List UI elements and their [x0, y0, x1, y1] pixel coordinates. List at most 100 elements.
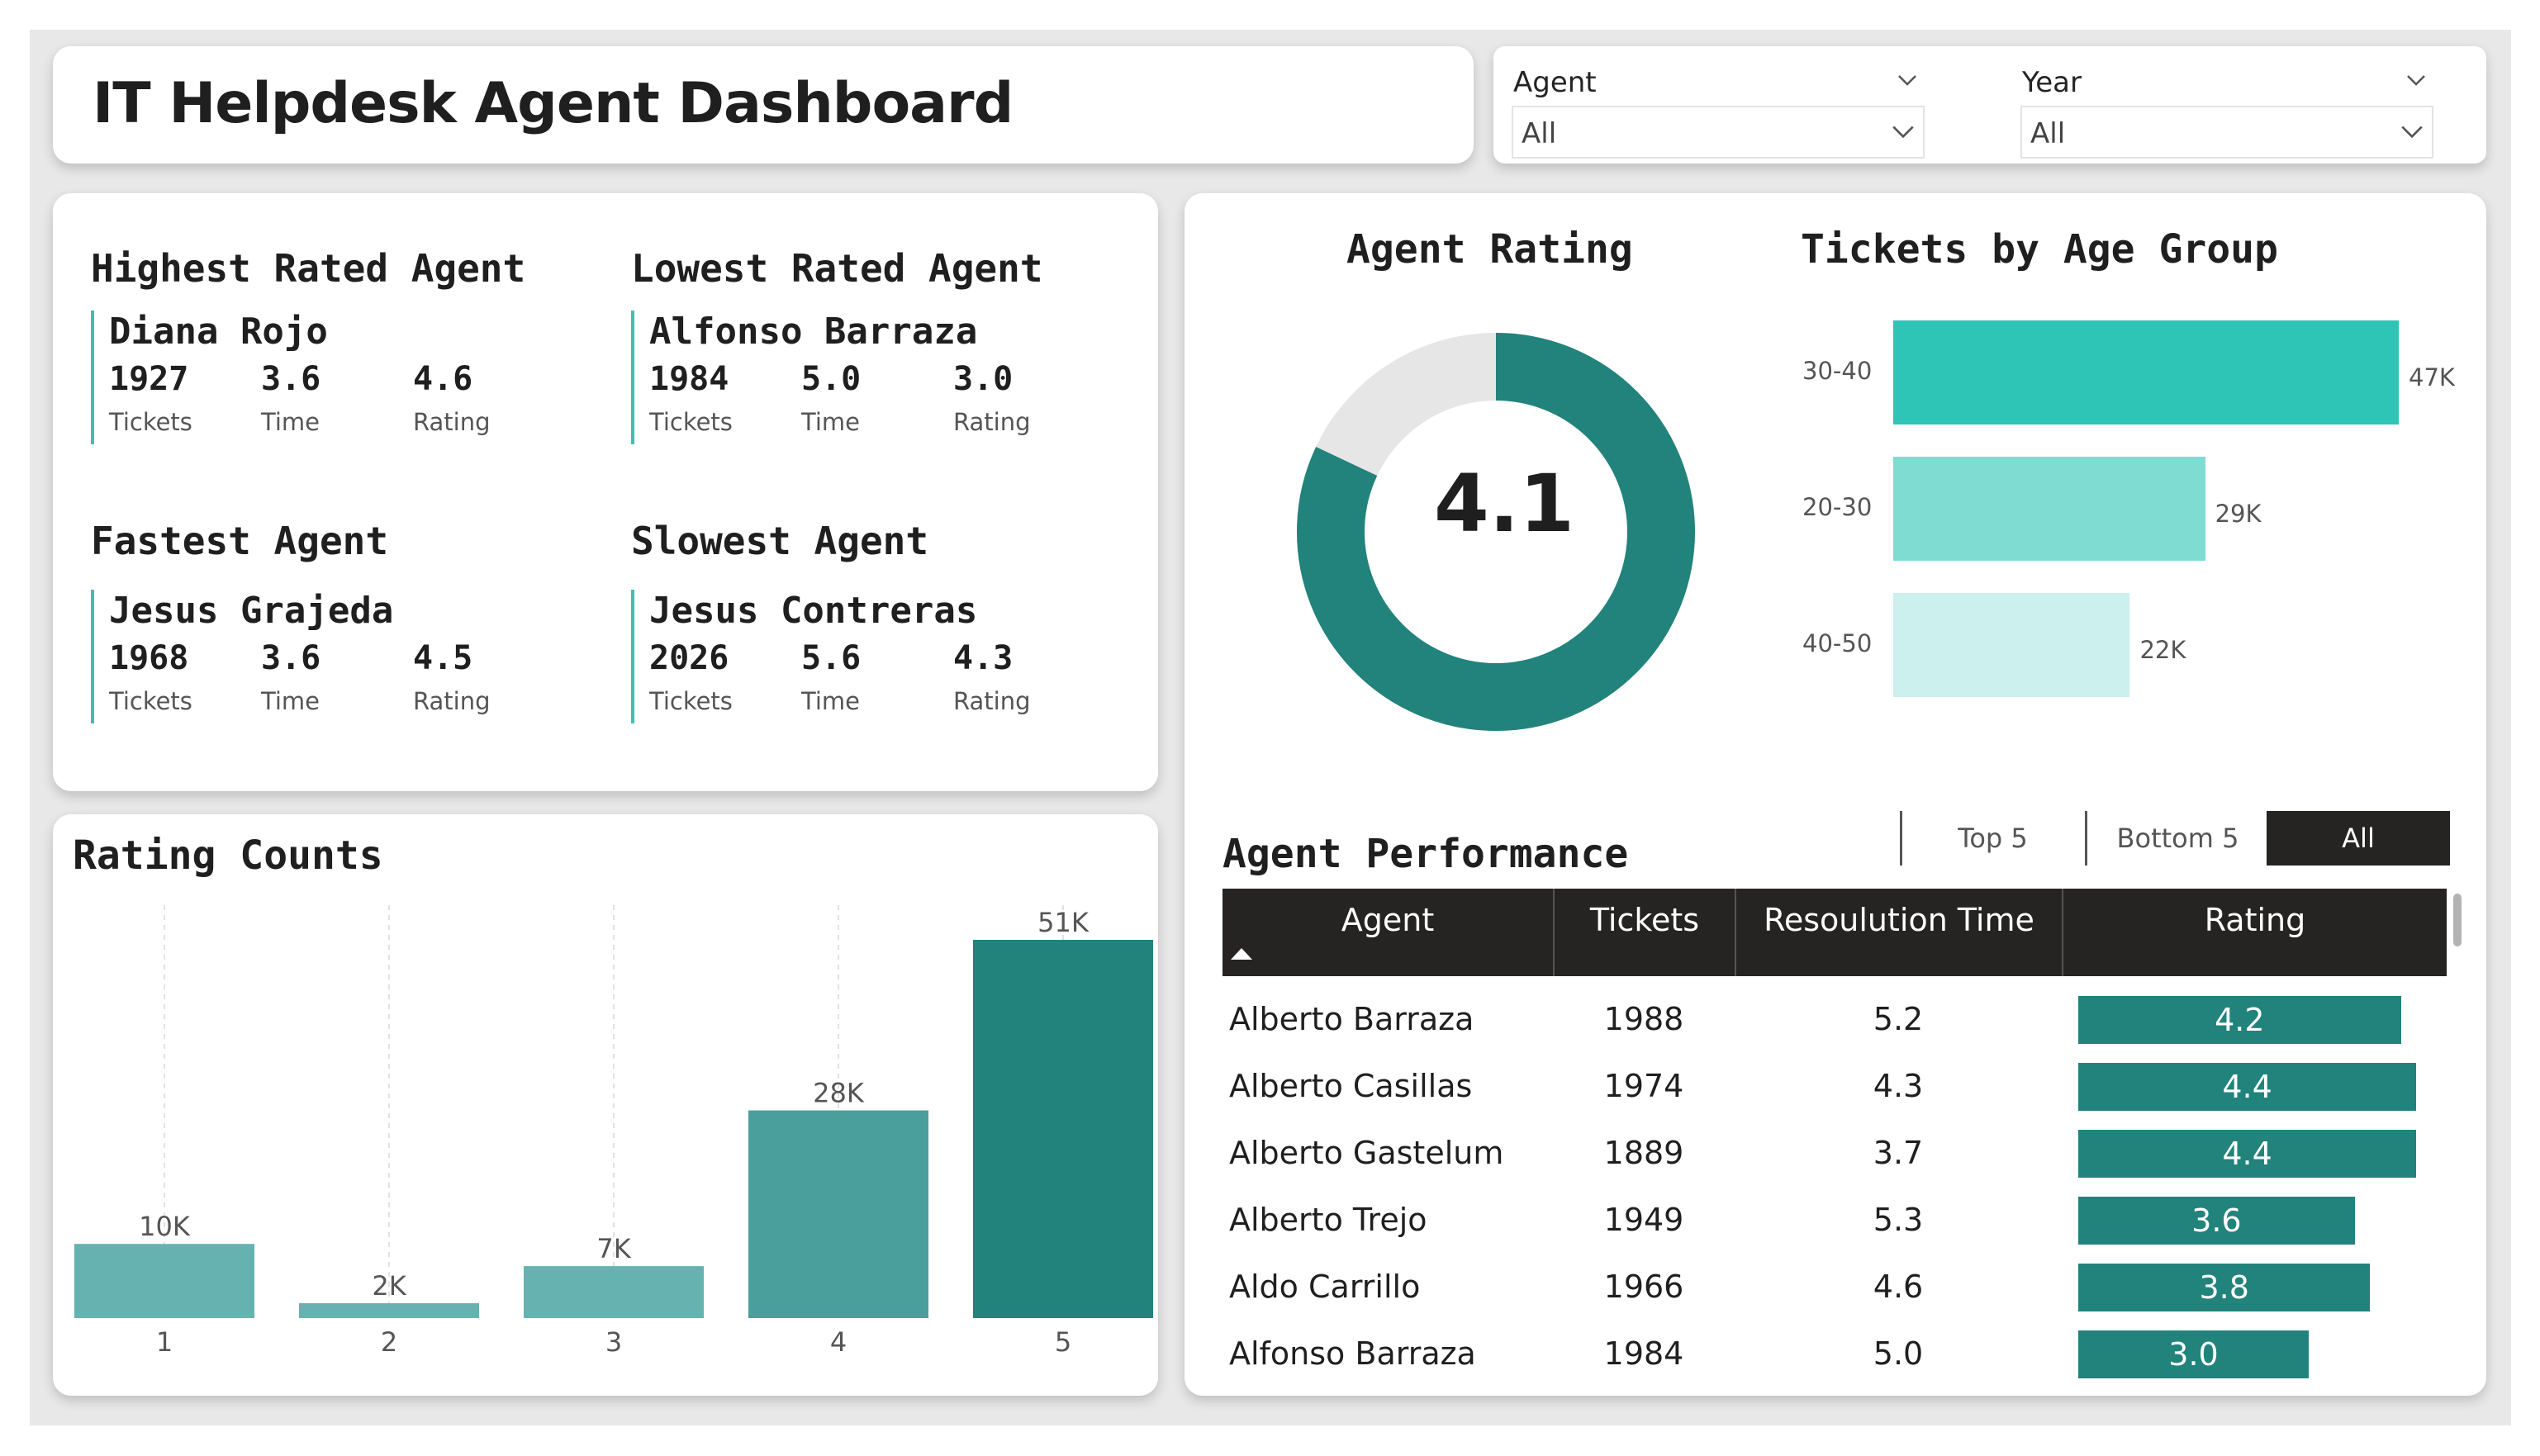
year-filter-label: Year — [2022, 66, 2082, 99]
kpi-rating-label: Rating — [413, 408, 491, 436]
kpi-tickets-value: 1984 — [649, 360, 729, 398]
rating-bar: 4.4 — [2078, 1063, 2417, 1111]
agent-filter-label: Agent — [1513, 66, 1597, 99]
kpi-body: Jesus Contreras 2026 5.6 4.3 Tickets Tim… — [631, 590, 1127, 723]
kpi-time-label: Time — [801, 408, 860, 436]
kpi-rating-label: Rating — [413, 687, 491, 715]
agent-cell: Aldo Carrillo — [1229, 1269, 1421, 1305]
x-tick-label: 5 — [1055, 1326, 1071, 1358]
rating-counts-title: Rating Counts — [73, 832, 383, 879]
title-card: IT Helpdesk Agent Dashboard — [53, 46, 1474, 164]
chevron-down-icon[interactable] — [1890, 119, 1916, 145]
age-group-data-label: 22K — [2139, 636, 2186, 664]
chevron-down-icon[interactable] — [2404, 68, 2428, 92]
kpi-title: Slowest Agent — [631, 519, 929, 563]
rating-bar[interactable] — [299, 1303, 479, 1318]
bar-data-label: 10K — [139, 1211, 191, 1242]
kpi-body: Jesus Grajeda 1968 3.6 4.5 Tickets Time … — [91, 590, 586, 723]
rating-bar: 3.6 — [2078, 1197, 2355, 1245]
year-filter[interactable]: Year All — [2006, 56, 2435, 159]
resolution-time-cell: 5.2 — [1873, 1001, 1924, 1037]
kpi-time-label: Time — [261, 687, 320, 715]
dashboard-canvas: IT Helpdesk Agent Dashboard Agent All Ye… — [30, 30, 2511, 1425]
age-group-bar[interactable] — [1893, 457, 2205, 561]
bar-data-label: 51K — [1037, 907, 1090, 938]
sort-ascending-icon[interactable] — [1231, 948, 1252, 960]
kpi-rating-value: 4.6 — [413, 360, 473, 398]
column-header-agent[interactable]: Agent — [1223, 889, 1553, 976]
kpi-rating-value: 4.3 — [953, 639, 1014, 677]
resolution-time-cell: 5.0 — [1873, 1335, 1924, 1372]
kpi-tickets-value: 1927 — [109, 360, 189, 398]
kpi-agent-name: Jesus Contreras — [649, 590, 978, 632]
age-group-bar[interactable] — [1893, 593, 2130, 697]
slowest-agent: Slowest Agent Jesus Contreras 2026 5.6 4… — [631, 519, 1160, 758]
agent-cell: Alberto Trejo — [1229, 1202, 1427, 1238]
x-tick-label: 3 — [605, 1326, 622, 1358]
kpi-title: Fastest Agent — [91, 519, 389, 563]
rating-bar: 3.8 — [2078, 1264, 2371, 1311]
table-row[interactable]: Alfonso Barraza 1984 5.0 3.0 — [1223, 1321, 2447, 1388]
age-group-bar[interactable] — [1893, 320, 2399, 424]
table-scrollbar[interactable] — [2453, 894, 2462, 946]
agent-filter[interactable]: Agent All — [1497, 56, 1926, 159]
kpi-time-value: 3.6 — [261, 360, 321, 398]
chevron-down-icon[interactable] — [1895, 68, 1920, 92]
kpi-time-value: 5.0 — [801, 360, 862, 398]
chevron-down-icon[interactable] — [2399, 119, 2425, 145]
kpi-time-value: 5.6 — [801, 639, 862, 677]
resolution-time-cell: 4.3 — [1873, 1068, 1924, 1104]
top-5-toggle[interactable]: Top 5 — [1900, 811, 2083, 866]
rating-bar[interactable] — [748, 1110, 928, 1318]
table-header: Agent Tickets Resoulution Time Rating — [1223, 889, 2447, 976]
tickets-cell: 1949 — [1603, 1202, 1684, 1238]
column-header-rating[interactable]: Rating — [2062, 889, 2447, 976]
kpi-time-label: Time — [801, 687, 860, 715]
rating-bar[interactable] — [524, 1266, 704, 1318]
table-row[interactable]: Alberto Casillas 1974 4.3 4.4 — [1223, 1053, 2447, 1121]
kpi-tickets-label: Tickets — [649, 687, 733, 715]
rating-bar[interactable] — [973, 940, 1153, 1318]
kpi-body: Diana Rojo 1927 3.6 4.6 Tickets Time Rat… — [91, 311, 586, 444]
table-row[interactable]: Alberto Barraza 1988 5.2 4.2 — [1223, 986, 2447, 1054]
kpi-rating-value: 4.5 — [413, 639, 473, 677]
age-group-label: 40-50 — [1802, 629, 1873, 657]
tickets-by-age-title: Tickets by Age Group — [1801, 226, 2278, 273]
table-row[interactable]: Alberto Trejo 1949 5.3 3.6 — [1223, 1187, 2447, 1254]
rating-bar[interactable] — [74, 1244, 254, 1318]
agent-filter-dropdown[interactable]: All — [1512, 106, 1925, 159]
age-group-data-label: 29K — [2215, 500, 2262, 528]
kpi-tickets-label: Tickets — [649, 408, 733, 436]
kpi-tickets-label: Tickets — [109, 408, 192, 436]
highest-rated-agent: Highest Rated Agent Diana Rojo 1927 3.6 … — [91, 246, 620, 486]
agent-filter-value: All — [1522, 117, 1557, 150]
agent-rating-title: Agent Rating — [1346, 226, 1633, 273]
kpi-time-label: Time — [261, 408, 320, 436]
agent-cell: Alberto Casillas — [1229, 1068, 1473, 1104]
rating-bar: 3.0 — [2078, 1330, 2309, 1378]
column-header-resolution-time[interactable]: Resoulution Time — [1735, 889, 2062, 976]
agent-cell: Alberto Barraza — [1229, 1001, 1474, 1037]
kpi-title: Highest Rated Agent — [91, 246, 526, 291]
kpi-tickets-label: Tickets — [109, 687, 192, 715]
resolution-time-cell: 4.6 — [1873, 1269, 1924, 1305]
rating-counts-chart: 10K 1 2K 2 7K 3 28K 4 51K 5 — [74, 905, 1153, 1358]
age-group-label: 20-30 — [1802, 493, 1873, 521]
x-tick-label: 1 — [156, 1326, 173, 1358]
kpi-agent-name: Jesus Grajeda — [109, 590, 394, 632]
year-filter-dropdown[interactable]: All — [2020, 106, 2433, 159]
column-header-tickets[interactable]: Tickets — [1553, 889, 1735, 976]
kpi-agent-name: Alfonso Barraza — [649, 311, 978, 353]
bar-data-label: 28K — [813, 1078, 865, 1109]
agent-cell: Alberto Gastelum — [1229, 1135, 1504, 1171]
kpi-agent-name: Diana Rojo — [109, 311, 328, 353]
table-row[interactable]: Aldo Carrillo 1966 4.6 3.8 — [1223, 1254, 2447, 1321]
filter-panel: Agent All Year All — [1493, 46, 2486, 164]
all-toggle[interactable]: All — [2267, 811, 2450, 866]
tickets-cell: 1974 — [1603, 1068, 1684, 1104]
kpi-rating-label: Rating — [953, 408, 1031, 436]
table-row[interactable]: Alberto Gastelum 1889 3.7 4.4 — [1223, 1120, 2447, 1188]
x-tick-label: 4 — [830, 1326, 847, 1358]
bottom-5-toggle[interactable]: Bottom 5 — [2085, 811, 2268, 866]
bar-data-label: 7K — [596, 1233, 631, 1264]
